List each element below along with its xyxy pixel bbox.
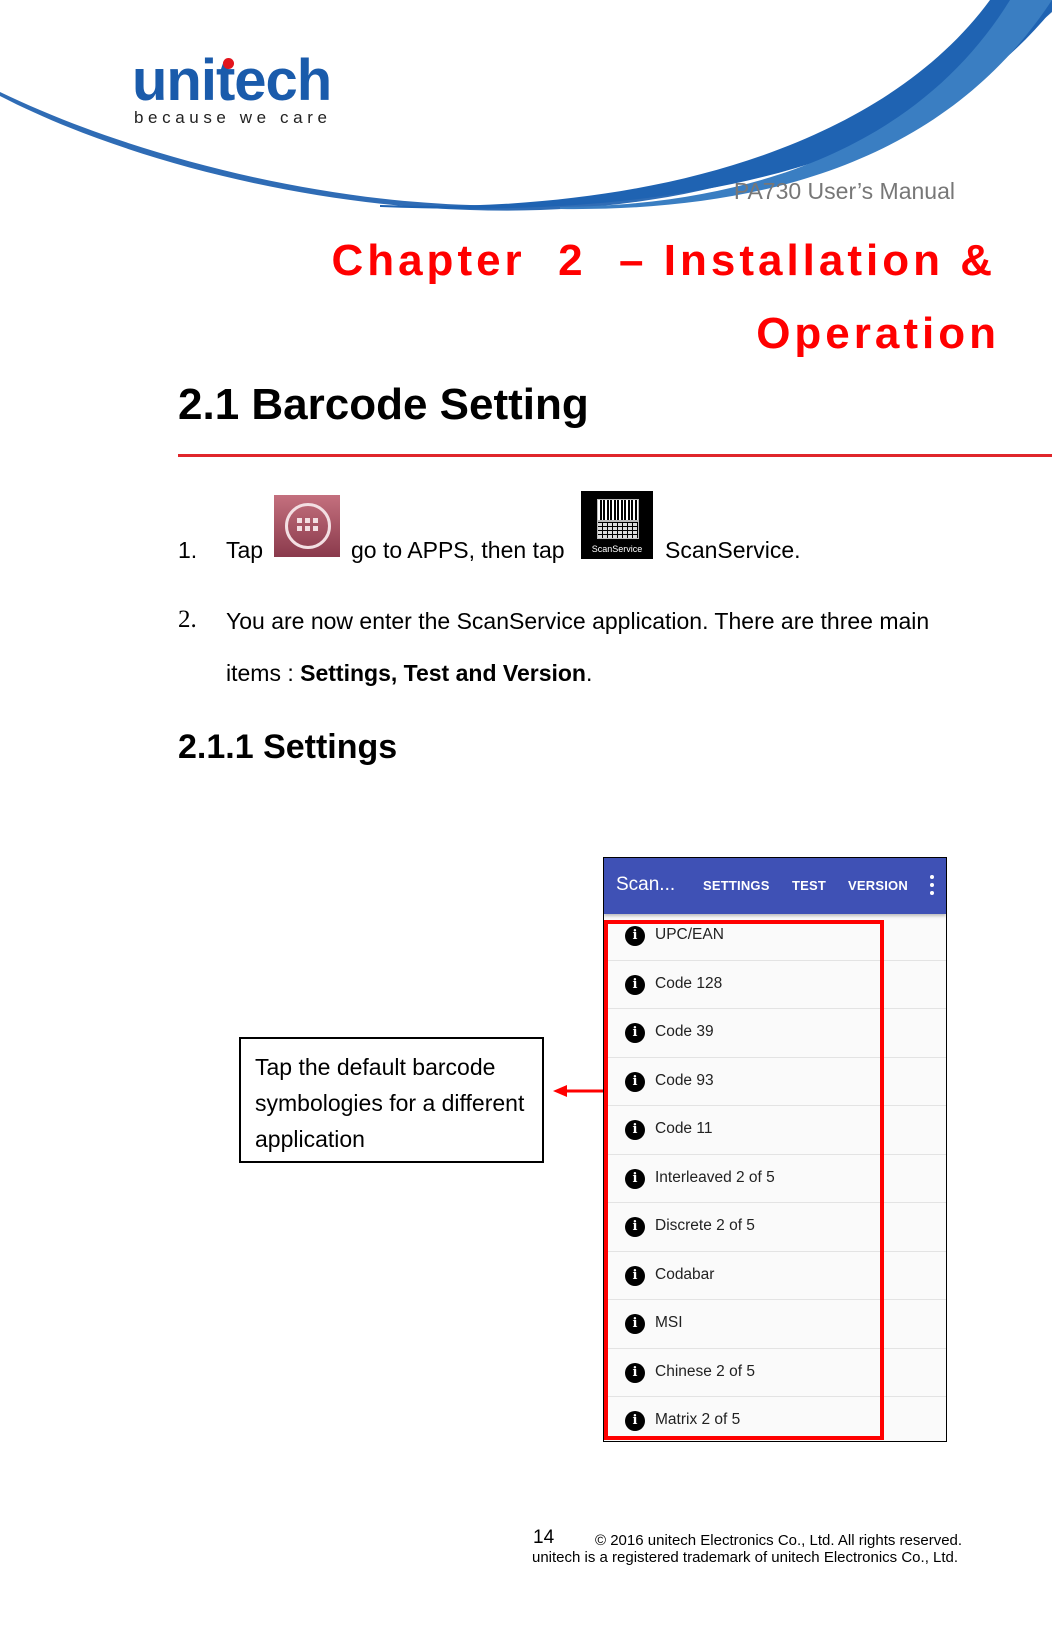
- tab-test[interactable]: TEST: [792, 878, 826, 893]
- barcode-glyph-icon: [597, 499, 639, 521]
- keypad-glyph-icon: [597, 521, 639, 539]
- step2-number: 2.: [178, 606, 197, 633]
- callout-text: Tap the default barcode symbologies for …: [255, 1054, 525, 1152]
- app-title: Scan...: [616, 874, 676, 895]
- step2-line2-prefix: items :: [226, 660, 301, 686]
- trademark-text: unitech is a registered trademark of uni…: [532, 1549, 959, 1566]
- manual-title: PA730 User’s Manual: [733, 178, 955, 204]
- scanservice-app-icon: ScanService: [581, 491, 653, 559]
- apps-launcher-icon: [274, 495, 340, 557]
- logo-tagline: because we care: [134, 108, 332, 127]
- logo-red-dot: [223, 58, 234, 69]
- step2-line2: items : Settings, Test and Version.: [226, 660, 592, 687]
- section-divider: [178, 454, 1052, 457]
- step1-number: 1.: [178, 537, 198, 563]
- tab-settings[interactable]: SETTINGS: [703, 878, 770, 893]
- highlight-frame: [604, 920, 884, 1440]
- tab-version[interactable]: VERSION: [848, 878, 908, 893]
- step1-text-before: Tap: [226, 537, 264, 563]
- chapter-title-line1: Chapter 2 – Installation &: [331, 236, 996, 285]
- step2-line1: You are now enter the ScanService applic…: [226, 608, 930, 634]
- page-number: 14: [533, 1527, 555, 1548]
- subsection-title: 2.1.1 Settings: [178, 728, 398, 766]
- copyright-text: © 2016 unitech Electronics Co., Ltd. All…: [595, 1532, 963, 1549]
- unitech-logo: unitech because we care: [132, 52, 342, 132]
- callout-arrow-icon: [553, 1085, 605, 1097]
- step2-line2-bold: Settings, Test and Version: [300, 660, 586, 686]
- step1-text-after: ScanService.: [665, 537, 801, 563]
- step1-text-middle: go to APPS, then tap: [351, 537, 565, 563]
- section-title: 2.1 Barcode Setting: [178, 380, 589, 429]
- scanservice-icon-label: ScanService: [591, 544, 643, 554]
- step2-line2-suffix: .: [586, 660, 593, 686]
- chapter-title-line2: Operation: [756, 309, 1000, 358]
- app-bar: Scan... SETTINGS TEST VERSION: [604, 858, 946, 914]
- overflow-menu-icon[interactable]: [930, 875, 934, 895]
- callout-box: Tap the default barcode symbologies for …: [239, 1037, 544, 1163]
